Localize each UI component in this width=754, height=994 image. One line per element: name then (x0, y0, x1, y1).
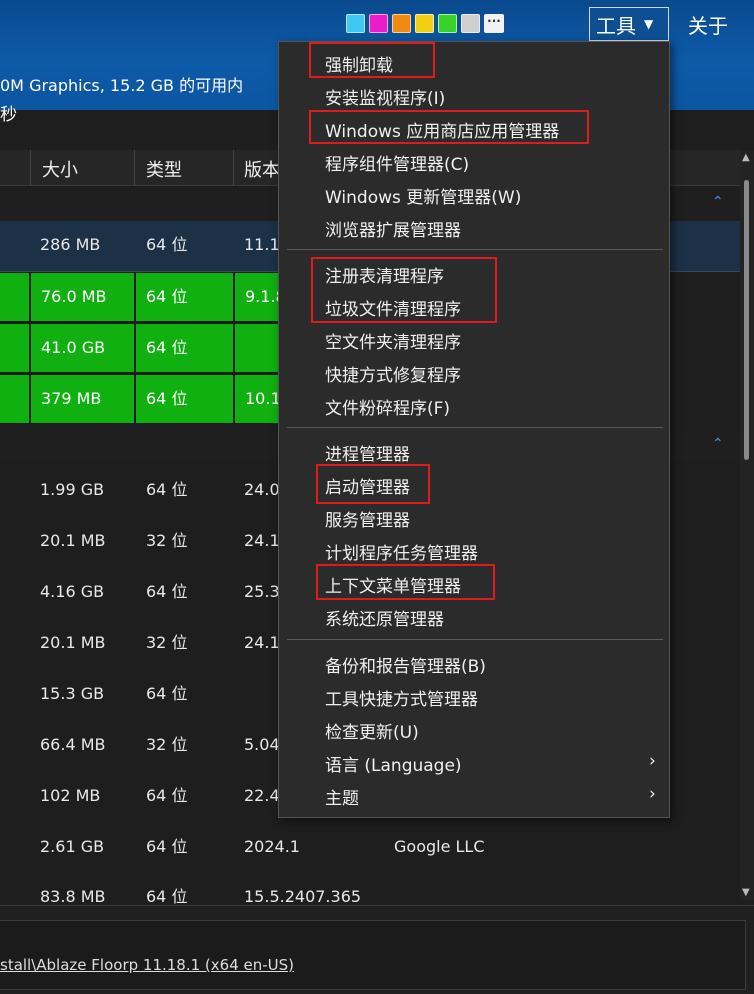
cell-size: 379 MB (31, 375, 134, 423)
menu-item-windows-update-manager[interactable]: Windows 更新管理器(W) (325, 183, 521, 208)
cell-type: 32 位 (146, 531, 188, 550)
cell-name (0, 273, 29, 321)
menu-item-task-scheduler-manager[interactable]: 计划程序任务管理器 (325, 539, 478, 564)
chevron-down-icon: ▼ (644, 17, 654, 31)
column-header-type[interactable]: 类型 (146, 156, 182, 182)
color-swatch-orange[interactable] (392, 14, 411, 33)
menu-item-browser-extension-manager[interactable]: 浏览器扩展管理器 (325, 216, 461, 241)
cell-type: 64 位 (146, 684, 188, 703)
cell-type: 64 位 (136, 273, 233, 321)
tools-dropdown-menu: 强制卸载 安装监视程序(I) Windows 应用商店应用管理器 程序组件管理器… (278, 41, 670, 818)
highlight-box (316, 464, 430, 504)
table-row[interactable]: 2.61 GB 64 位 2024.1 Google LLC (0, 823, 740, 874)
cell-version: 5.04 (244, 735, 280, 754)
cell-type: 32 位 (146, 735, 188, 754)
scrollbar-thumb[interactable] (744, 180, 749, 460)
chevron-up-icon[interactable]: ⌃ (712, 436, 724, 452)
cell-publisher: Google LLC (394, 837, 485, 856)
details-box (0, 920, 746, 990)
cell-type: 64 位 (136, 375, 233, 423)
menu-item-language-label: 语言 (Language) (325, 756, 462, 776)
menu-separator (287, 427, 663, 428)
menu-item-shortcut-fixer[interactable]: 快捷方式修复程序 (325, 361, 461, 386)
chevron-right-icon: › (649, 784, 656, 804)
more-colors-button[interactable]: ··· (484, 14, 504, 33)
cell-size: 66.4 MB (40, 735, 106, 754)
chevron-up-icon[interactable]: ⌃ (712, 194, 724, 210)
cell-size: 4.16 GB (40, 582, 105, 601)
cell-type: 64 位 (146, 837, 188, 856)
scroll-down-arrow-icon[interactable]: ▼ (742, 887, 750, 898)
column-header-size[interactable]: 大小 (42, 156, 78, 182)
cell-type: 64 位 (146, 582, 188, 601)
color-swatch-yellow[interactable] (415, 14, 434, 33)
cell-size: 41.0 GB (31, 324, 134, 372)
cell-size: 20.1 MB (40, 531, 106, 550)
highlight-box (309, 110, 589, 144)
cell-version (235, 324, 280, 372)
cell-name (0, 375, 29, 423)
menu-item-check-updates[interactable]: 检查更新(U) (325, 718, 419, 743)
menu-separator (287, 639, 663, 640)
system-info-text-line2: 秒 (0, 105, 17, 125)
cell-size: 1.99 GB (40, 480, 105, 499)
cell-size: 286 MB (40, 235, 101, 254)
highlight-box (309, 42, 435, 78)
column-divider[interactable] (30, 150, 31, 186)
column-divider[interactable] (233, 150, 234, 186)
system-info-text: 0M Graphics, 15.2 GB 的可用内 (0, 76, 244, 95)
vertical-scrollbar[interactable]: ▲ ▼ (740, 150, 754, 900)
cell-type: 64 位 (146, 480, 188, 499)
column-divider[interactable] (134, 150, 135, 186)
menu-item-empty-folder-cleaner[interactable]: 空文件夹清理程序 (325, 328, 461, 353)
cell-size: 76.0 MB (31, 273, 134, 321)
scroll-up-arrow-icon[interactable]: ▲ (742, 152, 750, 163)
cell-version: 24.0 (244, 480, 280, 499)
menu-item-install-monitor[interactable]: 安装监视程序(I) (325, 84, 445, 109)
cell-type: 32 位 (146, 633, 188, 652)
cell-type: 64 位 (146, 235, 188, 254)
cell-version: 24.1 (244, 633, 280, 652)
menu-item-system-restore-manager[interactable]: 系统还原管理器 (325, 605, 444, 630)
cell-version: 24.1 (244, 531, 280, 550)
theme-color-swatches: ··· (346, 14, 504, 33)
menu-item-language[interactable]: 语言 (Language) › (325, 751, 665, 776)
cell-type: 64 位 (136, 324, 233, 372)
menu-item-theme[interactable]: 主题 › (325, 784, 665, 809)
cell-version: 11.1 (244, 235, 280, 254)
color-swatch-green[interactable] (438, 14, 457, 33)
column-header-version[interactable]: 版本 (244, 156, 280, 182)
menu-item-backup-report-manager[interactable]: 备份和报告管理器(B) (325, 652, 486, 677)
cell-size: 2.61 GB (40, 837, 105, 856)
cell-version: 25.3 (244, 582, 280, 601)
color-swatch-gray[interactable] (461, 14, 480, 33)
about-menu-button[interactable]: 关于 (688, 10, 728, 39)
cell-name (0, 324, 29, 372)
cell-size: 20.1 MB (40, 633, 106, 652)
tools-menu-label: 工具 (596, 13, 636, 38)
color-swatch-magenta[interactable] (369, 14, 388, 33)
menu-separator (287, 249, 663, 250)
cell-version: 9.1.8 (235, 273, 286, 321)
menu-item-process-manager[interactable]: 进程管理器 (325, 440, 410, 465)
color-swatch-cyan[interactable] (346, 14, 365, 33)
menu-item-tool-shortcut-manager[interactable]: 工具快捷方式管理器 (325, 685, 478, 710)
cell-size: 15.3 GB (40, 684, 105, 703)
cell-version: 2024.1 (244, 837, 300, 856)
tools-menu-button[interactable]: 工具 ▼ (589, 7, 669, 41)
menu-item-component-manager[interactable]: 程序组件管理器(C) (325, 150, 469, 175)
menu-item-file-shredder[interactable]: 文件粉碎程序(F) (325, 394, 450, 419)
cell-version: 10.1 (235, 375, 281, 423)
cell-type: 64 位 (146, 786, 188, 805)
cell-size: 102 MB (40, 786, 101, 805)
details-panel: stall\Ablaze Floorp 11.18.1 (x64 en-US) (0, 905, 754, 994)
highlight-box (316, 564, 495, 600)
chevron-right-icon: › (649, 751, 656, 771)
menu-item-theme-label: 主题 (325, 789, 359, 809)
install-location-link[interactable]: stall\Ablaze Floorp 11.18.1 (x64 en-US) (0, 956, 294, 974)
cell-version: 22.4 (244, 786, 280, 805)
menu-item-service-manager[interactable]: 服务管理器 (325, 506, 410, 531)
highlight-box (311, 257, 497, 323)
cell-version (234, 670, 244, 718)
